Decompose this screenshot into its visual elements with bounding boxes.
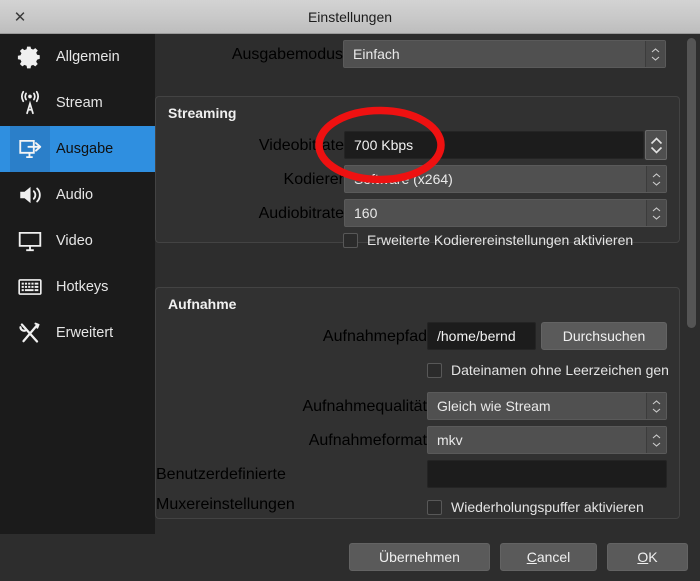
sidebar-item-label: Ausgabe (56, 141, 114, 157)
recording-quality-combo[interactable]: Gleich wie Stream (427, 392, 667, 420)
recording-format-spinner[interactable] (646, 427, 666, 453)
recording-path-value: /home/bernd (437, 328, 516, 344)
advanced-encoder-checkbox-row[interactable]: Erweiterte Kodierereinstellungen aktivie… (343, 232, 633, 248)
sidebar-item-erweitert[interactable]: Erweitert (0, 310, 155, 356)
recording-path-label: Aufnahmepfad (322, 328, 427, 345)
muxer-input[interactable] (427, 460, 667, 488)
keyboard-icon (10, 264, 50, 310)
recording-quality-row: Aufnahmequalität Gleich wie Stream (156, 392, 681, 422)
settings-content: Ausgabemodus Einfach Streaming Videobitr… (155, 34, 700, 534)
sidebar-item-label: Hotkeys (56, 279, 109, 295)
muxer-row: Benutzerdefinierte Muxereinstellungen (156, 460, 681, 513)
sidebar-item-label: Video (56, 233, 93, 249)
video-bitrate-spinner[interactable] (645, 130, 667, 160)
output-mode-spinner[interactable] (645, 41, 665, 67)
apply-button[interactable]: Übernehmen (349, 543, 490, 571)
video-bitrate-value: 700 Kbps (354, 137, 414, 153)
cancel-button[interactable]: Cancel (500, 543, 597, 571)
audio-bitrate-label: Audiobitrate (258, 205, 344, 222)
video-bitrate-input[interactable]: 700 Kbps (344, 131, 644, 159)
audio-bitrate-combo[interactable]: 160 (344, 199, 667, 227)
audio-bitrate-spinner[interactable] (646, 200, 666, 226)
sidebar-item-label: Erweitert (56, 325, 114, 341)
gear-icon (10, 34, 50, 80)
streaming-group-title: Streaming (168, 105, 237, 121)
title-bar: ✕ Einstellungen (0, 0, 700, 34)
recording-format-label: Aufnahmeformat (308, 432, 427, 449)
dialog-button-bar: Übernehmen Cancel OK (0, 534, 700, 581)
recording-quality-label: Aufnahmequalität (302, 398, 427, 415)
sidebar-item-ausgabe[interactable]: Ausgabe (0, 126, 155, 172)
recording-quality-value: Gleich wie Stream (437, 398, 551, 414)
output-mode-combo[interactable]: Einfach (343, 40, 666, 68)
sidebar: Allgemein Stream Ausgabe Audio Video Hot… (0, 34, 155, 534)
replay-buffer-row[interactable]: Wiederholungspuffer aktivieren (427, 499, 644, 515)
window-title: Einstellungen (307, 9, 393, 25)
no-space-filenames-label: Dateinamen ohne Leerzeichen gen (451, 362, 669, 378)
scrollbar-thumb[interactable] (687, 38, 696, 328)
wrench-screwdriver-icon (10, 310, 50, 356)
recording-format-value: mkv (437, 432, 463, 448)
recording-group: Aufnahme Aufnahmepfad /home/bernd Durchs… (155, 287, 680, 519)
replay-buffer-label: Wiederholungspuffer aktivieren (451, 499, 644, 515)
sidebar-item-stream[interactable]: Stream (0, 80, 155, 126)
browse-button[interactable]: Durchsuchen (541, 322, 667, 350)
window-body: Allgemein Stream Ausgabe Audio Video Hot… (0, 34, 700, 581)
video-bitrate-row: Videobitrate 700 Kbps (156, 130, 681, 161)
no-space-filenames-checkbox[interactable] (427, 362, 442, 378)
advanced-encoder-label: Erweiterte Kodierereinstellungen aktivie… (367, 232, 634, 248)
encoder-spinner[interactable] (646, 166, 666, 192)
sidebar-item-label: Stream (56, 95, 103, 111)
sidebar-item-label: Audio (56, 187, 94, 203)
replay-buffer-checkbox[interactable] (427, 499, 442, 515)
recording-group-title: Aufnahme (168, 296, 237, 312)
output-mode-value: Einfach (353, 46, 400, 62)
output-mode-row: Ausgabemodus Einfach (155, 40, 685, 70)
advanced-encoder-checkbox[interactable] (343, 232, 358, 248)
muxer-label: Benutzerdefinierte Muxereinstellungen (156, 466, 295, 513)
encoder-combo[interactable]: Software (x264) (344, 165, 667, 193)
sidebar-item-audio[interactable]: Audio (0, 172, 155, 218)
cancel-button-label: Cancel (526, 549, 571, 565)
broadcast-antenna-icon (10, 80, 50, 126)
encoder-label: Kodierer (283, 171, 344, 188)
ok-button[interactable]: OK (607, 543, 688, 571)
encoder-row: Kodierer Software (x264) (156, 165, 681, 195)
recording-format-row: Aufnahmeformat mkv (156, 426, 681, 456)
audio-bitrate-value: 160 (354, 205, 378, 221)
recording-quality-spinner[interactable] (646, 393, 666, 419)
recording-path-input[interactable]: /home/bernd (427, 322, 536, 350)
recording-path-row: Aufnahmepfad /home/bernd Durchsuchen (156, 322, 681, 352)
settings-window: ✕ Einstellungen Allgemein Stream Ausgabe… (0, 0, 700, 581)
sidebar-item-label: Allgemein (56, 49, 120, 65)
recording-format-combo[interactable]: mkv (427, 426, 667, 454)
speaker-icon (10, 172, 50, 218)
sidebar-item-video[interactable]: Video (0, 218, 155, 264)
content-scrollbar[interactable] (686, 38, 697, 530)
encoder-value: Software (x264) (354, 171, 453, 187)
monitor-arrow-out-icon (10, 126, 50, 172)
sidebar-item-hotkeys[interactable]: Hotkeys (0, 264, 155, 310)
streaming-group: Streaming Videobitrate 700 Kbps Kodierer (155, 96, 680, 243)
sidebar-item-allgemein[interactable]: Allgemein (0, 34, 155, 80)
output-mode-label: Ausgabemodus (231, 46, 343, 63)
video-bitrate-label: Videobitrate (258, 137, 344, 154)
audio-bitrate-row: Audiobitrate 160 (156, 199, 681, 229)
ok-button-label: OK (637, 549, 658, 565)
no-space-filenames-row[interactable]: Dateinamen ohne Leerzeichen gen (427, 362, 669, 378)
apply-button-label: Übernehmen (379, 549, 460, 565)
browse-button-label: Durchsuchen (562, 328, 646, 344)
monitor-icon (10, 218, 50, 264)
